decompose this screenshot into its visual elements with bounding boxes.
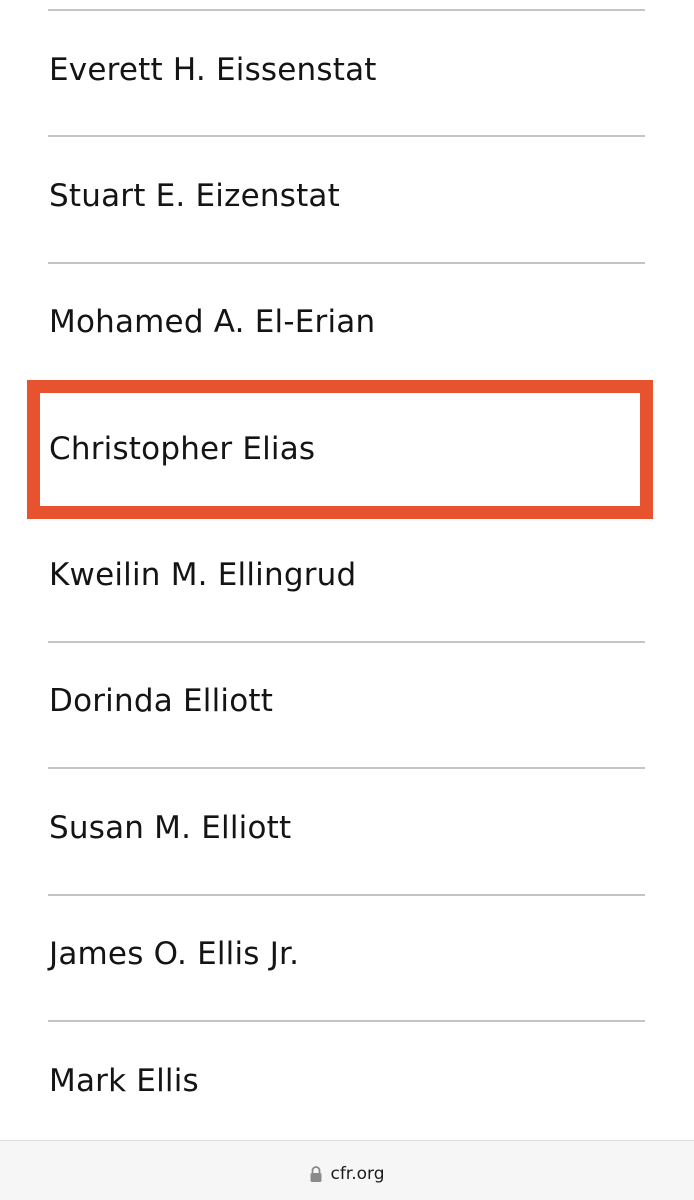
member-list: Everett H. Eissenstat Stuart E. Eizensta…: [0, 0, 694, 1140]
browser-address-bar[interactable]: cfr.org: [0, 1140, 694, 1200]
list-divider: [48, 1020, 645, 1022]
list-divider: [48, 262, 645, 264]
list-divider: [48, 9, 645, 11]
list-divider: [48, 894, 645, 896]
member-name[interactable]: Dorinda Elliott: [49, 681, 273, 721]
url-text: cfr.org: [330, 1164, 385, 1184]
member-name[interactable]: Stuart E. Eizenstat: [49, 176, 340, 216]
member-name[interactable]: Susan M. Elliott: [49, 808, 291, 848]
member-name[interactable]: James O. Ellis Jr.: [49, 934, 299, 974]
member-name[interactable]: Mark Ellis: [49, 1061, 199, 1101]
list-divider: [48, 767, 645, 769]
member-name[interactable]: Mohamed A. El-Erian: [49, 302, 375, 342]
member-name[interactable]: Kweilin M. Ellingrud: [49, 555, 356, 595]
member-name-highlighted[interactable]: Christopher Elias: [49, 429, 315, 469]
list-divider: [48, 135, 645, 137]
member-name[interactable]: Everett H. Eissenstat: [49, 50, 377, 90]
lock-icon: [309, 1165, 323, 1183]
list-divider: [48, 641, 645, 643]
